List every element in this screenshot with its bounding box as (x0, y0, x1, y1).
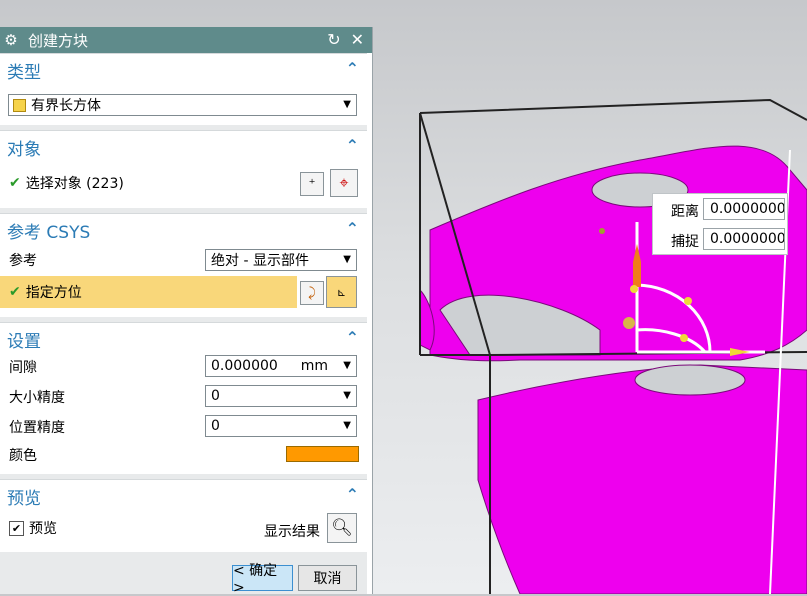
graphics-viewport[interactable] (373, 0, 807, 594)
chevron-down-icon: ▼ (343, 254, 351, 265)
collapse-caret-icon[interactable]: ⌃ (346, 485, 359, 504)
object-section-header[interactable]: 对象 ⌃ (0, 131, 367, 163)
check-icon: ✔ (9, 175, 21, 191)
collapse-caret-icon[interactable]: ⌃ (346, 136, 359, 155)
gap-unit: mm (300, 358, 328, 374)
box-top-edge (419, 98, 807, 121)
part-body-lower (477, 364, 807, 594)
dialog-titlebar: ⚙ 创建方块 ↻ ✕ (0, 27, 372, 53)
specify-orientation-row[interactable]: ✔ 指定方位 (0, 276, 297, 308)
add-cursor-icon: ⁺ (308, 176, 316, 192)
color-swatch[interactable] (286, 446, 359, 462)
type-section: 类型 ⌃ 有界长方体 ▼ (0, 53, 367, 126)
section-title: 参考 CSYS (7, 222, 91, 243)
show-result-button[interactable]: 🔍︎ (327, 513, 357, 543)
add-object-button[interactable]: ⁺ (300, 172, 324, 196)
chevron-down-icon: ▼ (343, 390, 351, 401)
snap-field[interactable]: 0.0000000 (703, 228, 785, 250)
csys-section: 参考 CSYS ⌃ 参考 绝对 - 显示部件 ▼ ✔ 指定方位 ⤸ ⊾ (0, 213, 367, 318)
color-label: 颜色 (9, 448, 37, 464)
show-result-label: 显示结果 (264, 524, 320, 540)
section-title: 类型 (7, 62, 41, 83)
size-precision-label: 大小精度 (9, 390, 65, 406)
specify-orientation-label: 指定方位 (25, 285, 82, 301)
axes-icon: ⊾ (336, 285, 347, 299)
snap-label: 捕捉 (671, 234, 699, 250)
reference-dropdown[interactable]: 绝对 - 显示部件 ▼ (205, 249, 357, 271)
close-icon[interactable]: ✕ (351, 30, 364, 49)
distance-field[interactable]: 0.0000000 (703, 198, 785, 220)
preview-section: 预览 ⌃ ✔ 预览 显示结果 🔍︎ (0, 479, 367, 553)
chevron-down-icon: ▼ (343, 99, 351, 110)
csys-manipulator-button[interactable]: ⊾ (326, 276, 357, 308)
magnifier-icon: 🔍︎ (331, 518, 353, 538)
size-precision-dropdown[interactable]: 0 ▼ (205, 385, 357, 407)
position-precision-dropdown[interactable]: 0 ▼ (205, 415, 357, 437)
ok-button[interactable]: < 确定 > (232, 563, 293, 596)
section-title: 对象 (7, 139, 41, 160)
preview-section-header[interactable]: 预览 ⌃ (0, 480, 367, 512)
cancel-button[interactable]: 取消 (298, 565, 357, 591)
collapse-caret-icon[interactable]: ⌃ (346, 59, 359, 78)
create-block-dialog: ⚙ 创建方块 ↻ ✕ 类型 ⌃ 有界长方体 ▼ 对象 ⌃ ✔ 选择对象 (223… (0, 27, 373, 596)
settings-section: 设置 ⌃ 间隙 0.000000 mm ▼ 大小精度 0 ▼ 位置精度 0 ▼ … (0, 322, 367, 475)
position-precision-label: 位置精度 (9, 420, 65, 436)
crosshair-button[interactable]: ⌖ (330, 169, 358, 197)
type-dropdown[interactable]: 有界长方体 ▼ (8, 94, 357, 116)
preview-checkbox[interactable]: ✔ (9, 520, 24, 536)
collapse-caret-icon[interactable]: ⌃ (346, 328, 359, 347)
object-section: 对象 ⌃ ✔ 选择对象 (223) ⁺ ⌖ (0, 130, 367, 209)
check-icon: ✔ (9, 284, 21, 300)
gap-field[interactable]: 0.000000 mm ▼ (205, 355, 357, 377)
collapse-caret-icon[interactable]: ⌃ (346, 219, 359, 238)
chevron-down-icon: ▼ (343, 420, 351, 431)
preview-label: 预览 (29, 521, 57, 537)
csys-dialog-button[interactable]: ⤸ (300, 281, 324, 305)
select-object-label: 选择对象 (223) (25, 176, 124, 192)
section-title: 预览 (7, 488, 41, 509)
settings-section-header[interactable]: 设置 ⌃ (0, 323, 367, 355)
dialog-title: 创建方块 (28, 31, 89, 50)
block-icon (13, 98, 26, 112)
type-section-header[interactable]: 类型 ⌃ (0, 54, 367, 86)
csys-dialog-icon: ⤸ (308, 285, 316, 301)
reference-label: 参考 (9, 253, 37, 269)
gap-label: 间隙 (9, 360, 37, 376)
gear-icon[interactable]: ⚙ (0, 31, 22, 49)
snap-popup: 距离 0.0000000 捕捉 0.0000000 (652, 193, 788, 255)
chevron-down-icon: ▼ (343, 360, 351, 371)
csys-section-header[interactable]: 参考 CSYS ⌃ (0, 214, 367, 246)
reset-icon[interactable]: ↻ (327, 30, 340, 49)
hole-bottom (634, 364, 746, 396)
distance-label: 距离 (671, 204, 699, 220)
crosshair-icon: ⌖ (339, 173, 349, 192)
section-title: 设置 (7, 331, 41, 352)
